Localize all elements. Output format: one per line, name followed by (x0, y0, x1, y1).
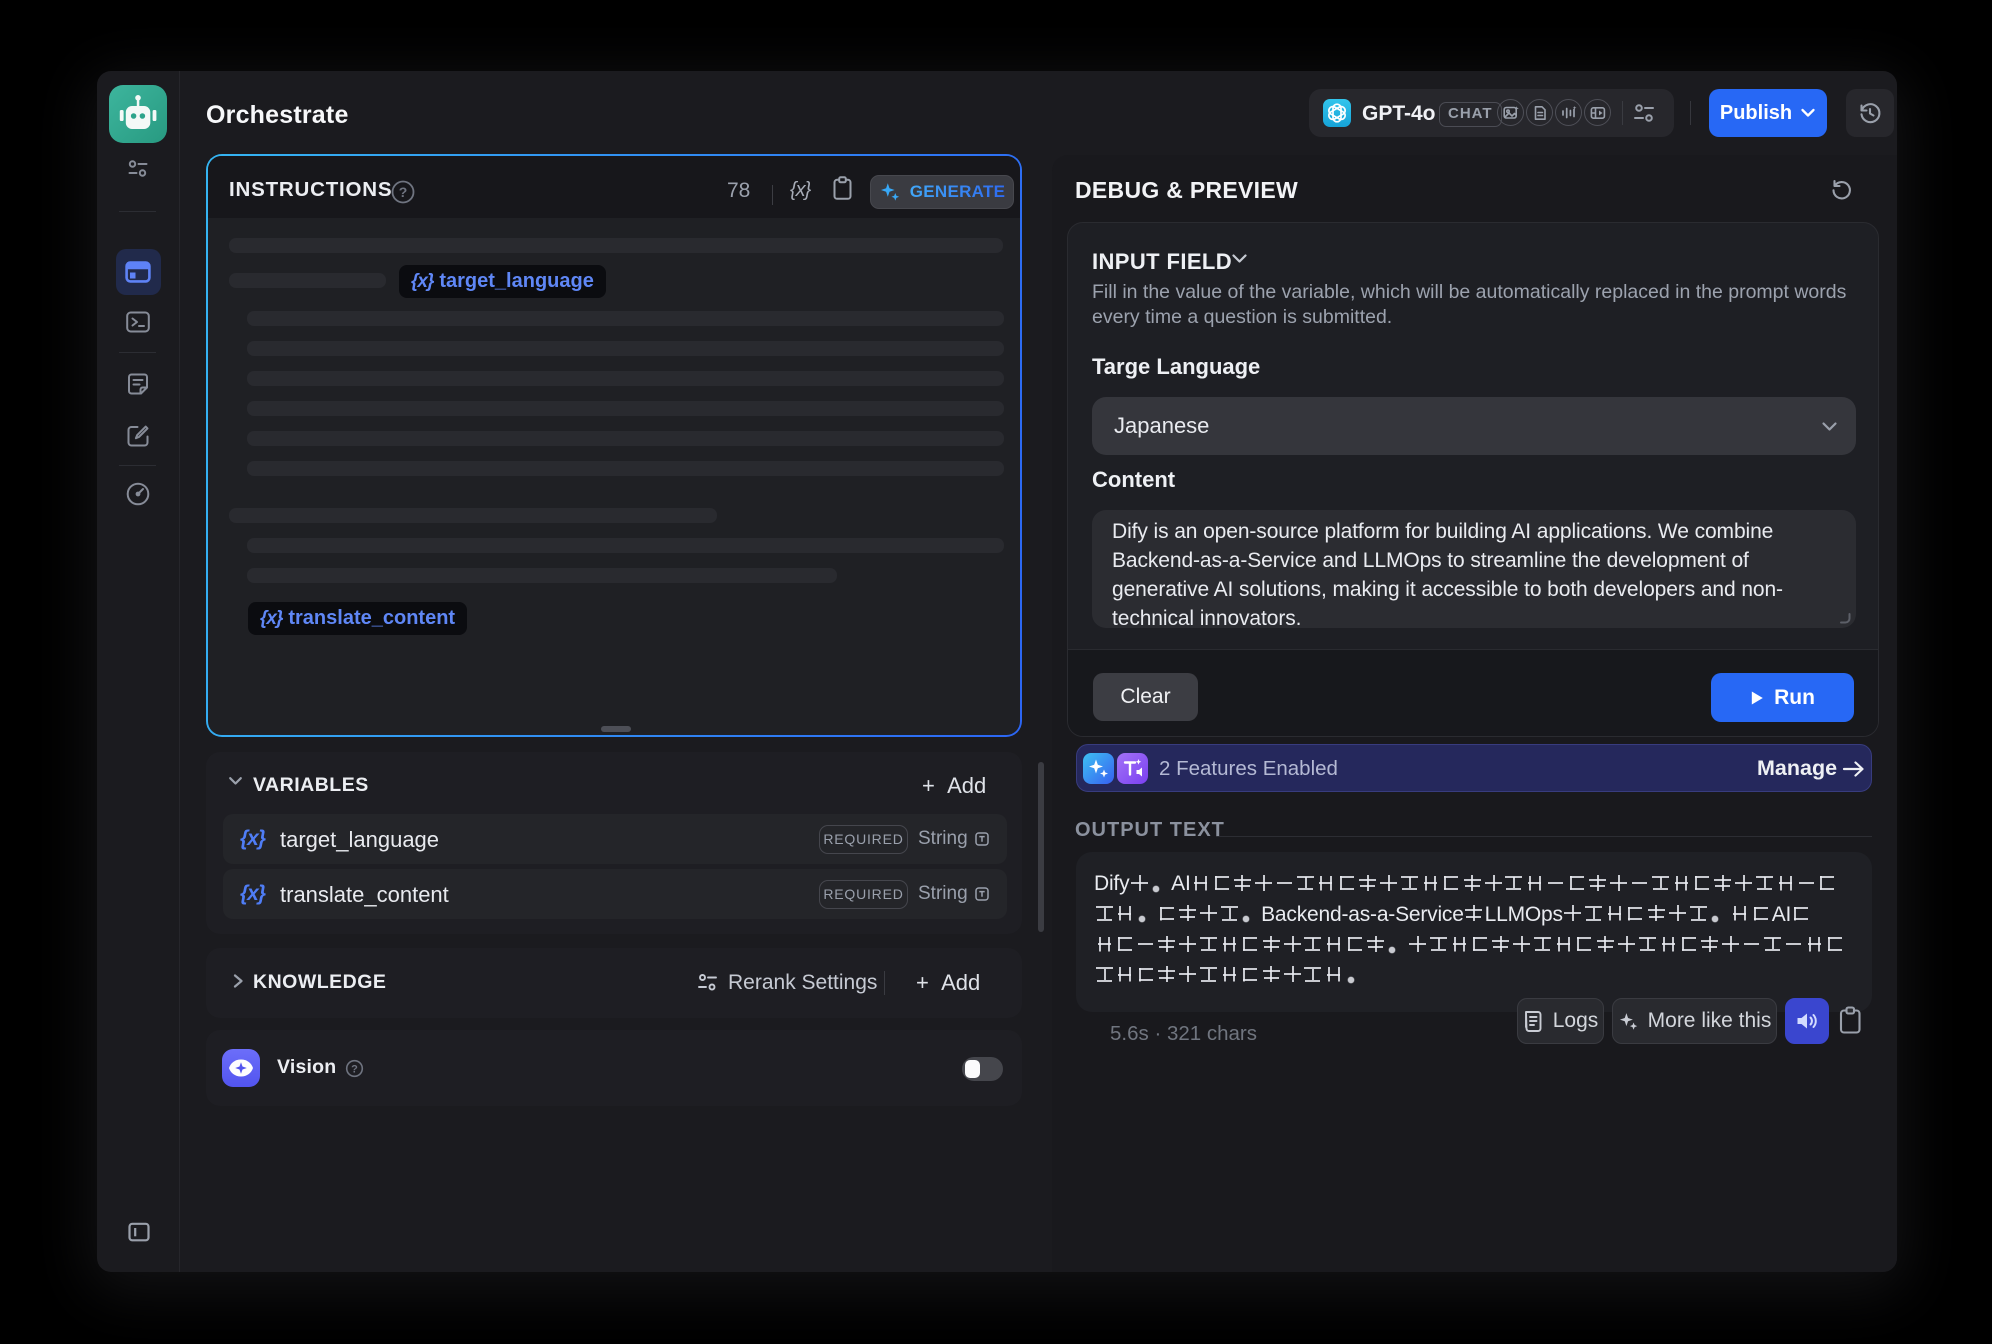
svg-text:?: ? (351, 1064, 358, 1076)
svg-text:?: ? (399, 184, 408, 200)
